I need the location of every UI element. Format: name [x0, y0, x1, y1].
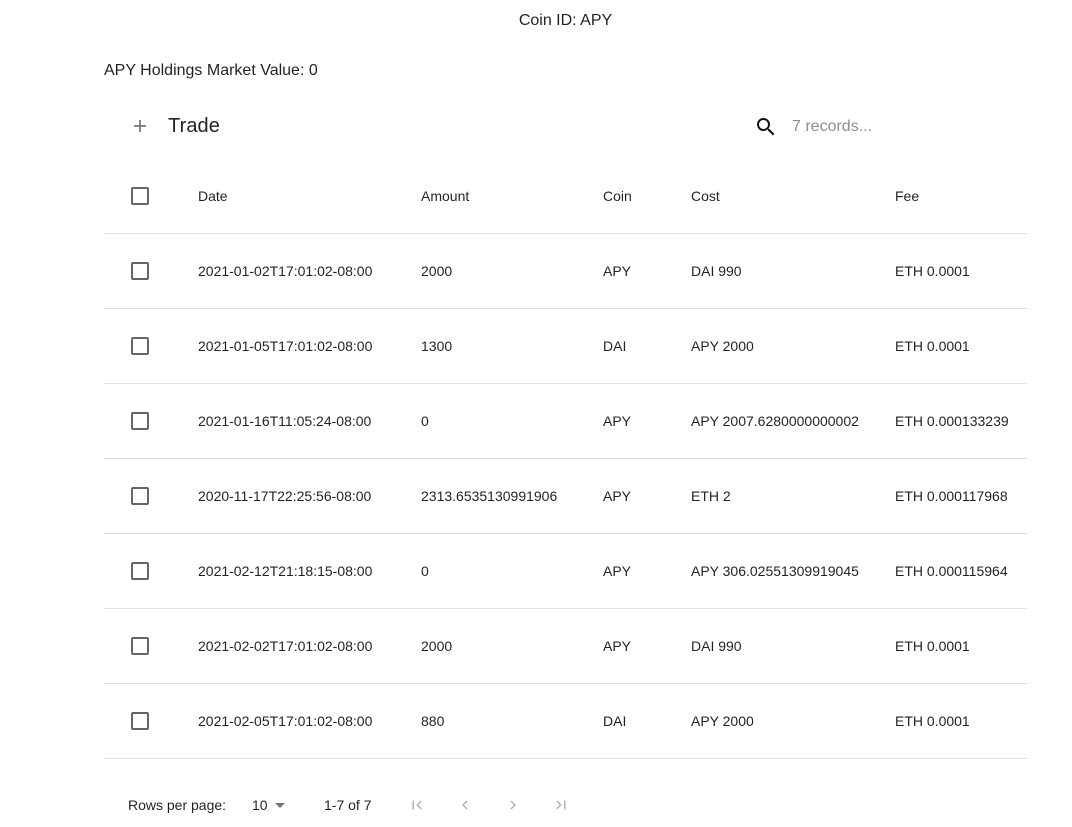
cell-amount: 2313.6535130991906: [421, 458, 603, 534]
row-checkbox[interactable]: [131, 412, 149, 431]
last-page-icon: [549, 793, 573, 817]
table-row[interactable]: 2021-01-16T11:05:24-08:00 0 APY APY 2007…: [104, 383, 1027, 459]
cell-coin: APY: [603, 458, 691, 534]
row-checkbox[interactable]: [131, 337, 149, 356]
add-trade-button[interactable]: Trade: [128, 110, 220, 142]
cell-amount: 2000: [421, 608, 603, 684]
cell-coin: DAI: [603, 308, 691, 384]
cell-coin: APY: [603, 533, 691, 609]
row-checkbox[interactable]: [131, 262, 149, 281]
column-header-date[interactable]: Date: [198, 159, 421, 234]
pagination-range: 1-7 of 7: [324, 797, 372, 813]
search-input[interactable]: [792, 118, 942, 136]
cell-coin: APY: [603, 608, 691, 684]
rows-per-page-label: Rows per page:: [128, 797, 227, 813]
row-select-cell: [104, 683, 198, 759]
cell-fee: ETH 0.0001: [895, 608, 1027, 684]
cell-amount: 0: [421, 533, 603, 609]
market-value-text: APY Holdings Market Value: 0: [104, 62, 318, 79]
app-root: Coin ID: APY APY Holdings Market Value: …: [0, 0, 1072, 827]
cell-fee: ETH 0.000133239: [895, 383, 1027, 459]
chevron-down-icon: [274, 803, 285, 808]
cell-amount: 1300: [421, 308, 603, 384]
page-title: Coin ID: APY: [518, 12, 613, 29]
first-page-icon: [405, 793, 429, 817]
select-all-cell: [104, 159, 198, 234]
row-select-cell: [104, 533, 198, 609]
cell-date: 2021-01-05T17:01:02-08:00: [198, 308, 421, 384]
cell-fee: ETH 0.0001: [895, 233, 1027, 309]
cell-date: 2021-02-05T17:01:02-08:00: [198, 683, 421, 759]
table-toolbar: Trade: [104, 100, 1027, 152]
trades-table: Date Amount Coin Cost Fee 2021-01-02T17:…: [104, 159, 1027, 759]
cell-coin: APY: [603, 233, 691, 309]
cell-cost: APY 2000: [691, 683, 895, 759]
search-icon: [754, 115, 778, 139]
row-checkbox[interactable]: [131, 637, 149, 656]
trade-label: Trade: [168, 114, 221, 137]
row-checkbox[interactable]: [131, 562, 149, 581]
row-checkbox[interactable]: [131, 487, 149, 506]
table-row[interactable]: 2021-02-12T21:18:15-08:00 0 APY APY 306.…: [104, 533, 1027, 609]
previous-page-icon: [453, 793, 477, 817]
cell-fee: ETH 0.000117968: [895, 458, 1027, 534]
cell-date: 2021-02-02T17:01:02-08:00: [198, 608, 421, 684]
table-pagination: Rows per page: 10 1-7 of 7: [104, 786, 1027, 824]
row-select-cell: [104, 608, 198, 684]
cell-cost: APY 2000: [691, 308, 895, 384]
cell-cost: APY 2007.6280000000002: [691, 383, 895, 459]
column-header-coin[interactable]: Coin: [603, 159, 691, 234]
next-page-icon: [501, 793, 525, 817]
cell-coin: DAI: [603, 683, 691, 759]
cell-cost: DAI 990: [691, 608, 895, 684]
column-header-amount[interactable]: Amount: [421, 159, 603, 234]
last-page-button[interactable]: [549, 793, 573, 817]
cell-cost: ETH 2: [691, 458, 895, 534]
cell-date: 2020-11-17T22:25:56-08:00: [198, 458, 421, 534]
cell-coin: APY: [603, 383, 691, 459]
cell-amount: 880: [421, 683, 603, 759]
row-select-cell: [104, 383, 198, 459]
table-header-row: Date Amount Coin Cost Fee: [104, 159, 1027, 234]
previous-page-button[interactable]: [453, 793, 477, 817]
table-row[interactable]: 2021-02-05T17:01:02-08:00 880 DAI APY 20…: [104, 683, 1027, 759]
rows-per-page-select[interactable]: 10: [252, 797, 285, 813]
table-row[interactable]: 2020-11-17T22:25:56-08:00 2313.653513099…: [104, 458, 1027, 534]
cell-fee: ETH 0.000115964: [895, 533, 1027, 609]
rows-per-page-value: 10: [252, 797, 268, 813]
first-page-button[interactable]: [405, 793, 429, 817]
row-select-cell: [104, 308, 198, 384]
cell-date: 2021-01-16T11:05:24-08:00: [198, 383, 421, 459]
next-page-button[interactable]: [501, 793, 525, 817]
cell-amount: 0: [421, 383, 603, 459]
cell-fee: ETH 0.0001: [895, 683, 1027, 759]
search-area: [754, 114, 942, 140]
table-row[interactable]: 2021-01-05T17:01:02-08:00 1300 DAI APY 2…: [104, 308, 1027, 384]
cell-amount: 2000: [421, 233, 603, 309]
cell-date: 2021-01-02T17:01:02-08:00: [198, 233, 421, 309]
cell-fee: ETH 0.0001: [895, 308, 1027, 384]
cell-cost: DAI 990: [691, 233, 895, 309]
cell-date: 2021-02-12T21:18:15-08:00: [198, 533, 421, 609]
row-select-cell: [104, 458, 198, 534]
column-header-fee[interactable]: Fee: [895, 159, 1027, 234]
column-header-cost[interactable]: Cost: [691, 159, 895, 234]
table-row[interactable]: 2021-01-02T17:01:02-08:00 2000 APY DAI 9…: [104, 233, 1027, 309]
select-all-checkbox[interactable]: [131, 187, 149, 206]
table-row[interactable]: 2021-02-02T17:01:02-08:00 2000 APY DAI 9…: [104, 608, 1027, 684]
row-select-cell: [104, 233, 198, 309]
cell-cost: APY 306.02551309919045: [691, 533, 895, 609]
plus-icon: [128, 114, 152, 138]
row-checkbox[interactable]: [131, 712, 149, 731]
